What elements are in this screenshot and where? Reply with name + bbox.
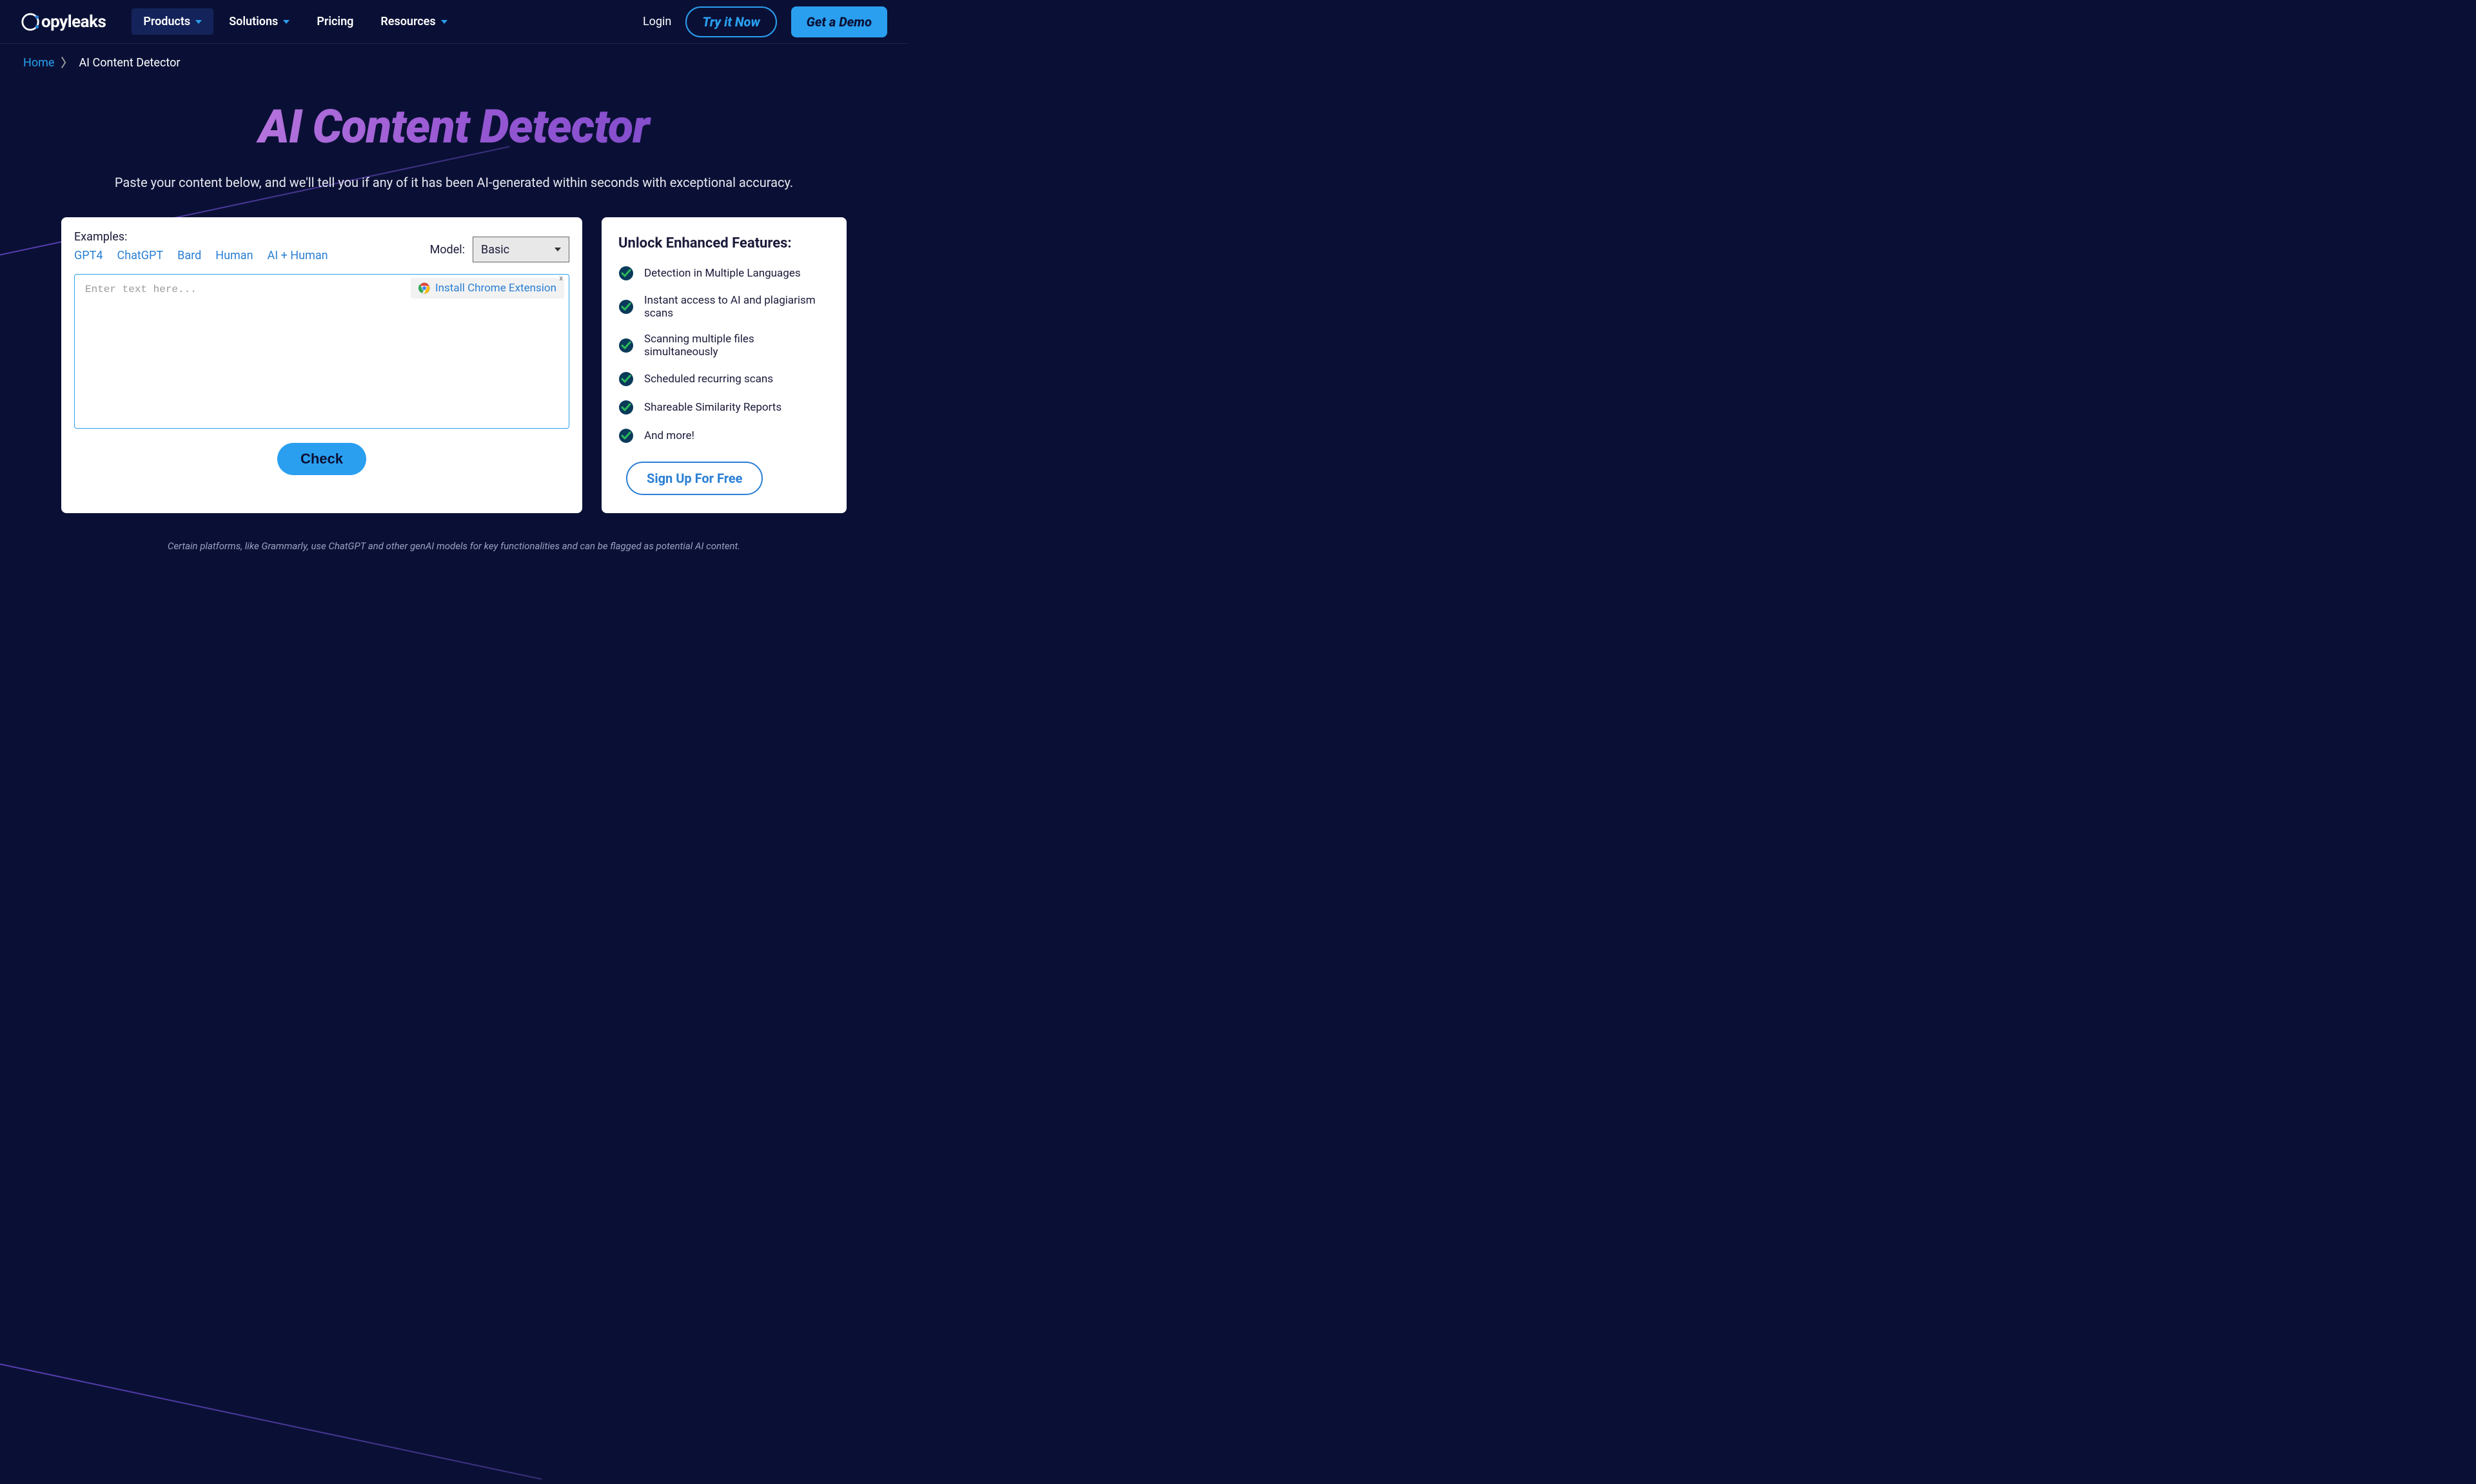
try-it-now-button[interactable]: Try it Now [685,6,776,37]
navbar: opyleaks Products Solutions Pricing Reso… [0,0,908,44]
nav-right: Login Try it Now Get a Demo [643,6,887,37]
login-link[interactable]: Login [643,15,671,28]
get-demo-button[interactable]: Get a Demo [791,6,887,37]
chrome-extension-text: Install Chrome Extension [435,282,556,295]
chrome-extension-link[interactable]: x Install Chrome Extension [411,278,564,298]
feature-item: Shareable Similarity Reports [618,400,830,415]
check-icon [618,266,634,281]
nav-label: Solutions [229,15,278,28]
chevron-down-icon [195,20,202,24]
feature-text: Scheduled recurring scans [644,373,773,386]
page-subtitle: Paste your content below, and we'll tell… [0,175,908,190]
feature-item: Scanning multiple files simultaneously [618,333,830,358]
breadcrumb-current: AI Content Detector [79,56,180,70]
detector-card: Examples: GPT4 ChatGPT Bard Human AI + H… [61,217,582,513]
nav-label: Products [143,15,190,28]
detector-top-row: Examples: GPT4 ChatGPT Bard Human AI + H… [74,230,569,262]
nav-items: Products Solutions Pricing Resources [132,8,458,35]
chevron-down-icon [555,248,561,251]
example-bard[interactable]: Bard [177,249,201,262]
textarea-wrap: x Install Chrome Extension [74,274,569,431]
content-row: Examples: GPT4 ChatGPT Bard Human AI + H… [0,217,908,513]
examples-label: Examples: [74,230,328,244]
logo[interactable]: opyleaks [21,12,106,32]
feature-text: And more! [644,429,694,442]
signup-button[interactable]: Sign Up For Free [626,462,763,495]
model-select[interactable]: Basic [473,237,569,262]
chevron-down-icon [441,20,447,24]
features-title: Unlock Enhanced Features: [618,235,830,251]
nav-label: Pricing [317,15,353,28]
model-value: Basic [481,243,509,257]
check-button[interactable]: Check [277,443,366,475]
nav-item-resources[interactable]: Resources [369,8,458,35]
example-ai-human[interactable]: AI + Human [268,249,328,262]
close-icon[interactable]: x [560,274,563,282]
model-label: Model: [430,243,465,257]
feature-text: Shareable Similarity Reports [644,401,781,414]
feature-item: Detection in Multiple Languages [618,266,830,281]
feature-item: Scheduled recurring scans [618,371,830,387]
feature-text: Scanning multiple files simultaneously [644,333,830,358]
breadcrumb-separator: 〉 [61,54,72,71]
check-icon [618,371,634,387]
nav-label: Resources [380,15,435,28]
check-icon [618,299,634,315]
breadcrumb: Home 〉 AI Content Detector [0,44,908,81]
feature-item: Instant access to AI and plagiarism scan… [618,294,830,320]
feature-text: Detection in Multiple Languages [644,267,801,280]
examples-wrap: Examples: GPT4 ChatGPT Bard Human AI + H… [74,230,328,262]
page-title: AI Content Detector [0,99,908,154]
features-list: Detection in Multiple Languages Instant … [618,266,830,444]
breadcrumb-home[interactable]: Home [23,56,54,70]
nav-item-solutions[interactable]: Solutions [217,8,301,35]
examples-links: GPT4 ChatGPT Bard Human AI + Human [74,249,328,262]
example-human[interactable]: Human [215,249,253,262]
check-icon [618,400,634,415]
logo-text: opyleaks [41,12,106,32]
check-icon [618,338,634,353]
feature-item: And more! [618,428,830,444]
nav-item-products[interactable]: Products [132,8,213,35]
example-chatgpt[interactable]: ChatGPT [117,249,163,262]
logo-c-icon [21,12,40,32]
disclaimer: Certain platforms, like Grammarly, use C… [0,540,908,571]
model-wrap: Model: Basic [430,237,569,262]
feature-text: Instant access to AI and plagiarism scan… [644,294,830,320]
example-gpt4[interactable]: GPT4 [74,249,103,262]
nav-item-pricing[interactable]: Pricing [305,8,365,35]
features-card: Unlock Enhanced Features: Detection in M… [602,217,847,513]
check-icon [618,428,634,444]
chevron-down-icon [283,20,290,24]
chrome-icon [418,282,430,294]
